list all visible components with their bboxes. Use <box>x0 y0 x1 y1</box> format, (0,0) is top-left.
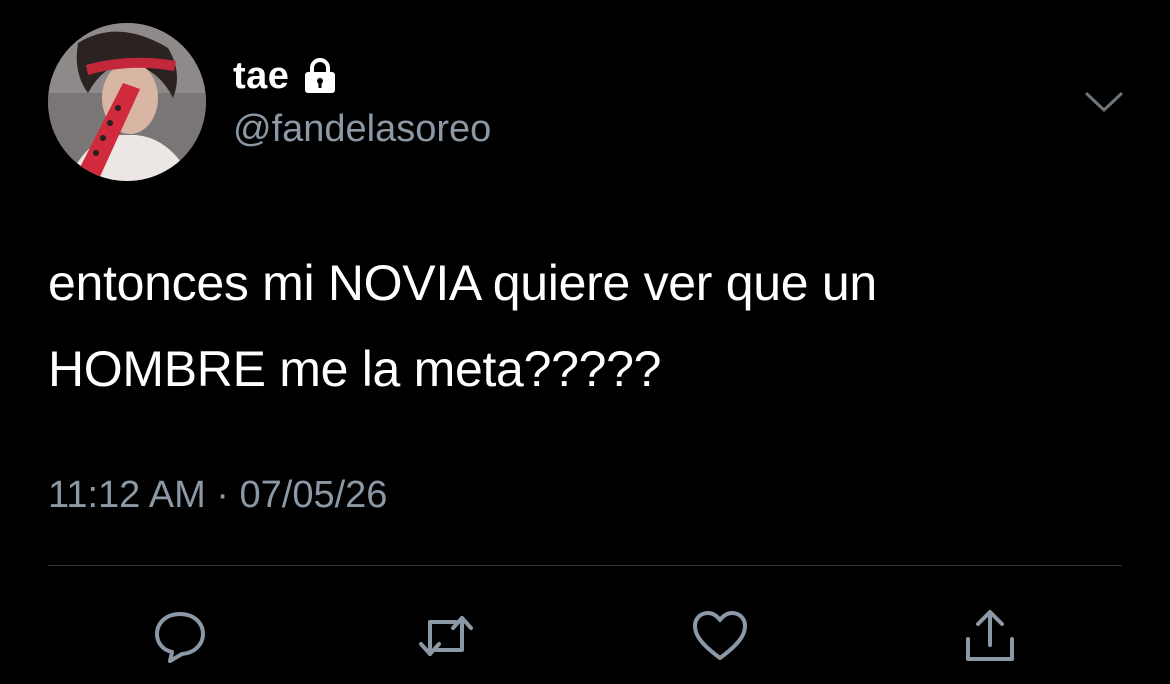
speech-bubble-icon <box>155 612 205 663</box>
avatar-image <box>48 23 206 181</box>
display-name[interactable]: tae <box>233 55 289 98</box>
retweet-arrows-icon <box>419 616 473 656</box>
retweet-button[interactable] <box>416 606 476 666</box>
share-upload-icon <box>966 610 1014 661</box>
chevron-down-icon[interactable] <box>1084 86 1124 116</box>
like-button[interactable] <box>690 606 750 666</box>
reply-button[interactable] <box>150 606 210 666</box>
tweet-text-line: entonces mi NOVIA quiere ver que un <box>48 255 877 311</box>
timestamp-separator: · <box>216 474 229 516</box>
name-row: tae <box>233 50 337 102</box>
tweet-timestamp[interactable]: 11:12 AM · 07/05/26 <box>48 474 387 517</box>
tweet-text: entonces mi NOVIA quiere ver que un HOMB… <box>48 240 1128 412</box>
tweet-card: tae @fandelasoreo entonces mi NOVIA quie… <box>0 0 1170 684</box>
divider <box>48 565 1122 566</box>
avatar[interactable] <box>48 23 206 181</box>
tweet-text-line: HOMBRE me la meta????? <box>48 341 662 397</box>
tweet-date: 07/05/26 <box>239 474 388 516</box>
tweet-time: 11:12 AM <box>48 474 206 516</box>
share-button[interactable] <box>960 606 1020 666</box>
lock-icon <box>303 57 337 95</box>
heart-icon <box>693 611 747 660</box>
user-handle[interactable]: @fandelasoreo <box>233 108 491 151</box>
